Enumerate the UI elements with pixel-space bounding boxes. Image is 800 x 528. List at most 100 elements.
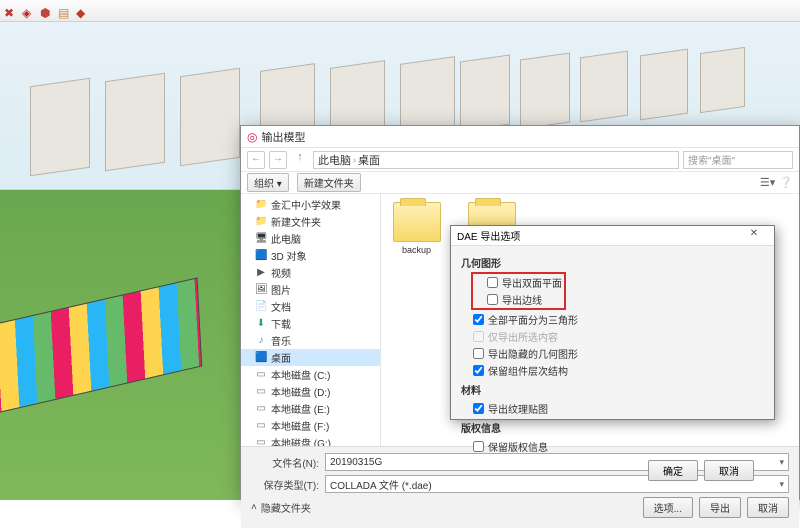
tree-item-icon [255,318,267,330]
building [640,49,688,121]
group-materials: 材料 [461,382,764,397]
highlight-box: 导出双面平面 导出边线 [471,272,566,310]
options-button[interactable]: 选项... [643,497,693,518]
chk-hierarchy[interactable]: 保留组件层次结构 [461,362,764,379]
building [700,47,745,113]
group-credits: 版权信息 [461,420,764,435]
close-icon[interactable]: ✕ [740,228,768,244]
colored-building [0,277,202,416]
tree-item[interactable]: 音乐 [241,332,380,349]
tree-item-label: 音乐 [271,333,291,348]
tree-item-icon [255,352,267,364]
building [105,73,165,171]
tree-item[interactable]: 图片 [241,281,380,298]
options-cancel-button[interactable]: 取消 [704,460,754,481]
nav-up-button[interactable]: ↑ [291,151,309,169]
tree-item[interactable]: 3D 对象 [241,247,380,264]
tool-icon-4[interactable] [58,4,72,18]
chevron-down-icon[interactable]: ▾ [779,457,784,468]
export-button[interactable]: 导出 [699,497,741,518]
chk-two-sided[interactable]: 导出双面平面 [475,274,562,291]
tree-item-icon [255,403,267,415]
tree-item-label: 桌面 [271,350,291,365]
crumb-item[interactable]: 桌面 [358,152,380,168]
app-toolbar [0,0,800,22]
chevron-down-icon[interactable]: ▾ [779,479,784,490]
tree-item[interactable]: 本地磁盘 (G:) [241,434,380,446]
tree-item[interactable]: 本地磁盘 (E:) [241,400,380,417]
search-placeholder: 搜索"桌面" [688,152,735,167]
view-mode-icon[interactable]: ☰▾ [760,176,775,189]
file-item[interactable]: backup [389,202,444,255]
chk-hidden[interactable]: 导出隐藏的几何图形 [461,345,764,362]
dialog-titlebar[interactable]: 输出模型 [241,126,799,148]
filetype-value: COLLADA 文件 (*.dae) [330,477,432,492]
hide-folders-label: 隐藏文件夹 [261,500,311,515]
tree-item-icon [255,216,267,228]
tool-icon-3[interactable] [40,4,54,18]
folder-tree[interactable]: 金汇中小学效果新建文件夹此电脑3D 对象视频图片文档下载音乐桌面本地磁盘 (C:… [241,194,381,446]
chk-textures[interactable]: 导出纹理贴图 [461,400,764,417]
tree-item-label: 本地磁盘 (F:) [271,418,329,433]
chk-selected-only: 仅导出所选内容 [461,328,764,345]
options-titlebar[interactable]: DAE 导出选项 ✕ [451,226,774,246]
chk-edges[interactable]: 导出边线 [475,291,562,308]
app-icon [247,130,261,144]
tree-item-label: 本地磁盘 (C:) [271,367,330,382]
tree-item-label: 视频 [271,265,291,280]
breadcrumb[interactable]: 此电脑 › 桌面 [313,151,679,169]
organize-button[interactable]: 组织 ▾ [247,173,289,192]
cancel-button[interactable]: 取消 [747,497,789,518]
tree-item[interactable]: 金汇中小学效果 [241,196,380,213]
filename-label: 文件名(N): [251,455,319,470]
tree-item-icon [255,386,267,398]
filetype-label: 保存类型(T): [251,477,319,492]
tree-item[interactable]: 此电脑 [241,230,380,247]
options-title: DAE 导出选项 [457,228,520,243]
tree-item-icon [255,284,267,296]
tree-item[interactable]: 新建文件夹 [241,213,380,230]
tree-item-icon [255,369,267,381]
tree-item[interactable]: 下载 [241,315,380,332]
tree-item[interactable]: 文档 [241,298,380,315]
building [580,51,628,123]
tree-item-icon [255,233,267,245]
tree-item-icon [255,199,267,211]
building [180,68,240,166]
new-folder-button[interactable]: 新建文件夹 [297,173,361,192]
tree-item[interactable]: 视频 [241,264,380,281]
nav-forward-button[interactable]: → [269,151,287,169]
tree-item-icon [255,437,267,447]
building [30,78,90,176]
options-ok-button[interactable]: 确定 [648,460,698,481]
tool-icon-5[interactable] [76,4,90,18]
tree-item-label: 此电脑 [271,231,301,246]
tree-item-label: 文档 [271,299,291,314]
tool-icon-2[interactable] [22,4,36,18]
dialog-title: 输出模型 [261,129,305,145]
chk-triangulate[interactable]: 全部平面分为三角形 [461,311,764,328]
tree-item[interactable]: 桌面 [241,349,380,366]
tree-item-icon [255,420,267,432]
hide-folders-toggle[interactable]: ˄ 隐藏文件夹 [251,500,311,515]
tree-item-label: 图片 [271,282,291,297]
filename-value: 20190315G [330,457,382,468]
help-icon[interactable]: ❔ [779,176,793,189]
chevron-up-icon: ˄ [251,502,257,513]
dae-options-dialog: DAE 导出选项 ✕ 几何图形 导出双面平面 导出边线 全部平面分为三角形 仅导… [450,225,775,420]
tree-item[interactable]: 本地磁盘 (C:) [241,366,380,383]
tree-item-label: 本地磁盘 (D:) [271,384,330,399]
search-input[interactable]: 搜索"桌面" [683,151,793,169]
tree-item-label: 本地磁盘 (G:) [271,435,331,446]
tree-item[interactable]: 本地磁盘 (F:) [241,417,380,434]
tool-icon-1[interactable] [4,4,18,18]
nav-back-button[interactable]: ← [247,151,265,169]
tree-item-label: 下载 [271,316,291,331]
chk-credits[interactable]: 保留版权信息 [461,438,764,455]
tree-item[interactable]: 本地磁盘 (D:) [241,383,380,400]
folder-icon [393,202,441,242]
tree-item-icon [255,267,267,279]
group-geometry: 几何图形 [461,255,764,270]
crumb-item[interactable]: 此电脑 [318,152,351,168]
tree-item-icon [255,301,267,313]
